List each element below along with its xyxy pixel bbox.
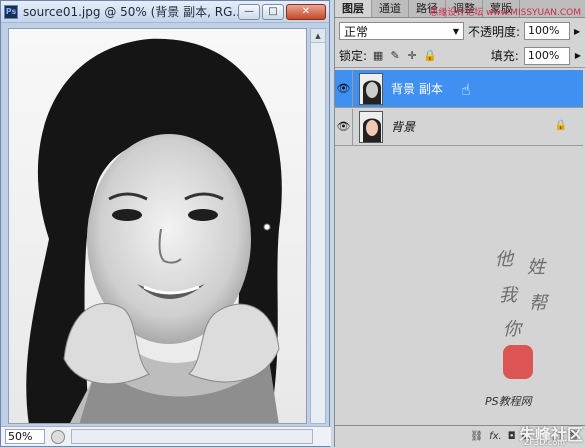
lock-all-icon[interactable]: 🔒 [423,49,437,62]
blend-mode-select[interactable]: 正常 ▼ [339,22,464,40]
site-url: ZF3D.com [524,438,565,447]
hand-cursor-icon: ☝ [461,80,471,99]
document-title: source01.jpg @ 50% (背景 副本, RG... [23,5,238,19]
lock-paint-icon[interactable]: ✎ [389,49,401,62]
fx-icon[interactable]: fx. [489,431,502,442]
lock-label: 锁定: [339,49,368,63]
layer-name: 背景 副本 [391,82,443,96]
zoom-field[interactable]: 50% [5,429,45,444]
panel-tabs: 图层 通道 路径 调整 蒙版 思缘设计论坛 www.MISSYUAN.COM [335,0,585,18]
layer-row-background-copy[interactable]: 👁 背景 副本 ☝ [335,70,583,108]
seal-char: 帮 [529,293,547,314]
photoshop-icon: Ps [4,4,18,19]
fill-dropdown-icon[interactable]: ▶ [575,51,581,60]
status-bar: 50% [1,426,331,446]
fill-field[interactable]: 100% [523,46,570,65]
layers-list: 👁 背景 副本 ☝ 👁 背景 🔒 他 姓 我 帮 你 PS教程网 [335,70,583,422]
mask-icon[interactable]: ◘ [508,431,516,442]
opacity-field[interactable]: 100% [524,22,571,40]
lock-move-icon[interactable]: ✛ [406,49,418,62]
site-watermark: 思缘设计论坛 www.MISSYUAN.COM [429,8,581,18]
opacity-dropdown-icon[interactable]: ▶ [574,27,580,36]
minimize-button[interactable]: — [238,3,260,20]
vertical-scrollbar[interactable]: ▲ [310,28,326,424]
layer-thumbnail [359,110,383,143]
visibility-eye-icon[interactable]: 👁 [335,70,353,107]
layer-row-background[interactable]: 👁 背景 🔒 [335,108,583,146]
seal-char: 我 [499,285,517,306]
lock-transparency-icon[interactable]: ▦ [372,49,384,62]
scroll-up-icon[interactable]: ▲ [311,29,325,43]
close-button[interactable]: ✕ [286,3,326,20]
layer-name: 背景 [391,120,416,134]
layer-thumbnail [359,72,383,105]
ps-tutorial-text: PS教程网 [485,395,532,408]
portrait-photo [9,29,306,423]
visibility-eye-icon[interactable]: 👁 [335,108,353,145]
horizontal-scrollbar[interactable] [71,429,313,444]
link-icon[interactable]: ⛓ [470,431,483,442]
tab-channels[interactable]: 通道 [372,0,409,17]
blend-mode-value: 正常 [344,24,369,39]
calligraphy-seal: 他 姓 我 帮 你 PS教程网 [485,245,575,415]
tab-layers[interactable]: 图层 [335,0,372,17]
maximize-button[interactable]: □ [262,3,284,20]
lock-row: 锁定: ▦ ✎ ✛ 🔒 填充: 100% ▶ [335,44,585,68]
document-window: Ps source01.jpg @ 50% (背景 副本, RG... — □ … [0,0,331,447]
seal-char: 他 [495,249,513,270]
blend-row: 正常 ▼ 不透明度: 100% ▶ [335,18,585,44]
fill-label: 填充: [490,49,519,63]
layer-lock-icon: 🔒 [554,120,567,131]
seal-char: 姓 [527,257,545,278]
chevron-down-icon: ▼ [452,26,459,36]
red-seal-stamp [503,345,533,379]
document-titlebar[interactable]: Ps source01.jpg @ 50% (背景 副本, RG... — □ … [1,1,329,23]
layers-panel: 图层 通道 路径 调整 蒙版 思缘设计论坛 www.MISSYUAN.COM 正… [334,0,585,447]
status-menu-icon[interactable] [51,429,65,444]
opacity-label: 不透明度: [468,24,521,39]
seal-char: 你 [503,319,521,340]
image-canvas[interactable] [8,28,307,424]
